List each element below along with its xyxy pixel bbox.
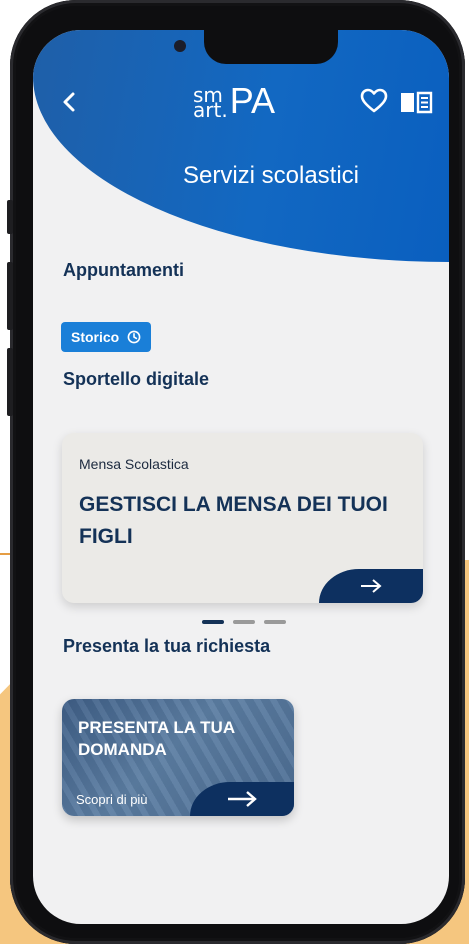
page-title: Servizi scolastici xyxy=(182,162,360,189)
appointments-heading: Appuntamenti xyxy=(63,260,184,280)
carousel-dot-active[interactable] xyxy=(202,620,224,624)
chevron-left-icon xyxy=(63,92,75,112)
carousel-dot[interactable] xyxy=(233,620,255,624)
back-button[interactable] xyxy=(61,90,77,120)
page-header: sm art. PA Servizi scolastici xyxy=(33,30,449,262)
volume-up-button xyxy=(7,262,13,330)
card-arrow-button[interactable] xyxy=(319,569,423,603)
card-category: Mensa Scolastica xyxy=(79,456,189,472)
heart-icon xyxy=(360,88,388,113)
history-label: Storico xyxy=(71,329,120,345)
book-button[interactable] xyxy=(399,90,433,118)
card-title: PRESENTA LA TUA DOMANDA xyxy=(78,718,235,759)
logo-main-text: PA xyxy=(229,80,276,121)
canteen-service-card[interactable]: Mensa Scolastica GESTISCI LA MENSA DEI T… xyxy=(62,433,423,603)
carousel-dot[interactable] xyxy=(264,620,286,624)
arrow-right-icon xyxy=(228,791,257,807)
volume-down-button xyxy=(7,348,13,416)
digital-desk-heading: Sportello digitale xyxy=(63,369,210,389)
history-button[interactable]: Storico xyxy=(61,322,152,352)
learn-more-link[interactable]: Scopri di più xyxy=(76,792,148,807)
book-icon xyxy=(401,91,433,114)
mute-switch xyxy=(7,200,13,234)
phone-screen: sm art. PA Servizi scolastici Appuntamen… xyxy=(33,30,449,924)
submit-request-card[interactable]: PRESENTA LA TUA DOMANDA Scopri di più xyxy=(62,699,294,816)
arrow-right-icon xyxy=(361,579,382,593)
phone-notch xyxy=(204,30,338,64)
favorite-button[interactable] xyxy=(360,88,388,118)
logo-bottom-text: art. xyxy=(193,98,228,122)
carousel-indicator xyxy=(202,620,286,624)
request-heading: Presenta la tua richiesta xyxy=(63,636,271,656)
card-title: GESTISCI LA MENSA DEI TUOI FIGLI xyxy=(79,493,388,548)
clock-icon xyxy=(127,330,141,344)
app-logo: sm art. PA xyxy=(193,80,276,122)
front-camera xyxy=(174,40,186,52)
